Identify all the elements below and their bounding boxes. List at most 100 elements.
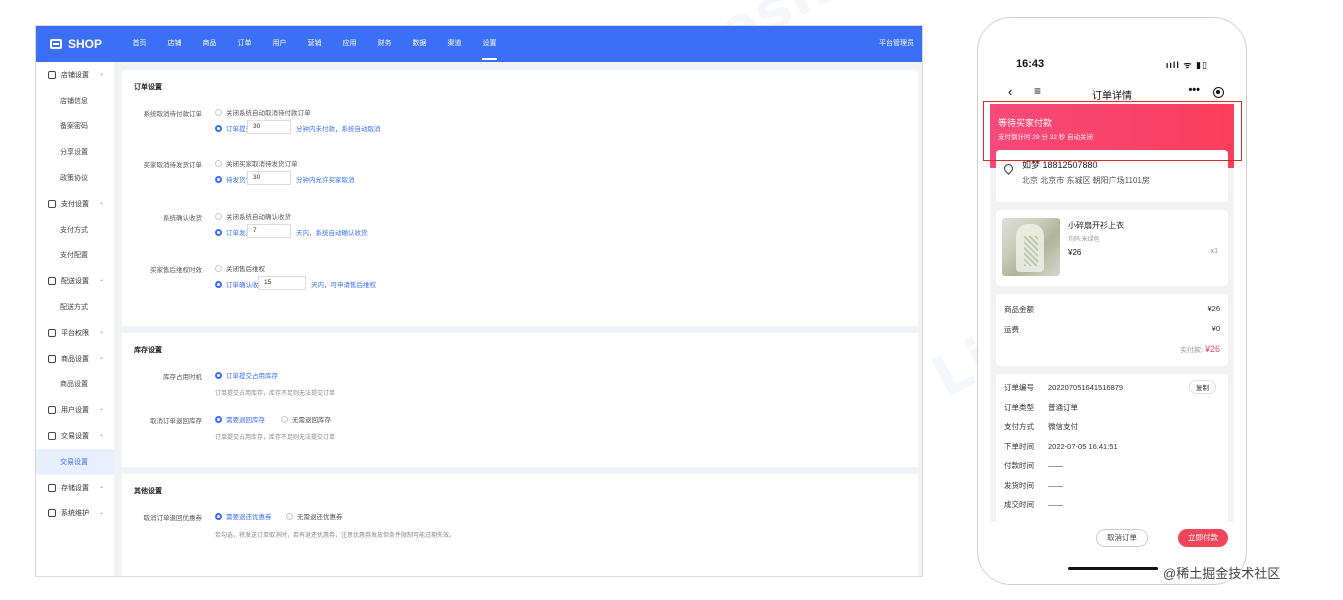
- sidebar-group[interactable]: 用户设置 ⌄: [36, 397, 114, 423]
- home-indicator: [1068, 567, 1158, 570]
- top-nav-item[interactable]: 数据: [402, 26, 437, 62]
- order-info-key: 订单类型: [1004, 402, 1034, 412]
- sidebar-item[interactable]: 备案密码: [36, 114, 114, 140]
- sidebar-item[interactable]: 店铺信息: [36, 88, 114, 114]
- order-info-row: 付款时间 ——: [1004, 460, 1063, 471]
- top-nav-item[interactable]: 设置: [472, 26, 507, 62]
- sidebar-item[interactable]: 政策协议: [36, 165, 114, 191]
- top-nav-item[interactable]: 营销: [297, 26, 332, 62]
- bag-icon: [48, 354, 56, 363]
- goods-amount-row: 商品金额 ¥26: [1004, 304, 1220, 315]
- sidebar-item[interactable]: 支付配置: [36, 243, 114, 269]
- copy-order-button[interactable]: 复制: [1189, 380, 1216, 394]
- chevron-icon: ⌄: [98, 354, 104, 361]
- order-row-off-radio[interactable]: 关闭系统自动确认收货: [215, 211, 291, 221]
- stock-occupy-radio[interactable]: 订单提交占用库存: [215, 370, 278, 380]
- stock-return-label: 取消订单退回库存: [150, 418, 202, 425]
- order-row-number-input[interactable]: 30: [247, 171, 291, 185]
- canvas: Likeshop Likeshop Likeshop Likeshop SHOP…: [0, 0, 1343, 600]
- sidebar-group-label: 支付设置: [61, 200, 89, 208]
- stock-occupy-label: 库存占用时机: [163, 374, 202, 381]
- top-nav-item[interactable]: 应用: [332, 26, 367, 62]
- truck-icon: [48, 277, 56, 286]
- radio-dot: [215, 280, 222, 288]
- stock-return-yes-radio[interactable]: 需要退回库存: [215, 414, 265, 424]
- sidebar-item[interactable]: 支付方式: [36, 217, 114, 243]
- order-row-number-input[interactable]: 15: [258, 276, 306, 290]
- stock-occupy-hint: 订单提交占用库存，库存不足则无法提交订单: [215, 391, 336, 397]
- top-nav-item[interactable]: 渠道: [437, 26, 472, 62]
- coupon-return-no-radio[interactable]: 无需退还优惠券: [286, 511, 343, 521]
- sidebar-item[interactable]: 商品设置: [36, 372, 114, 398]
- chevron-icon: ⌄: [98, 483, 104, 490]
- highlight-box: [983, 101, 1242, 161]
- order-info-key: 支付方式: [1004, 422, 1034, 431]
- radio-label: 需要退回库存: [226, 417, 265, 424]
- close-target-icon[interactable]: [1213, 87, 1224, 98]
- order-row-off-radio[interactable]: 关闭系统自动取消待付款订单: [215, 107, 311, 117]
- sidebar-group[interactable]: 交易设置 ⌄: [36, 423, 114, 449]
- order-row-suffix: 分钟内未付款，系统自动取消: [296, 126, 381, 133]
- coupon-return-yes-radio[interactable]: 需要退还优惠券: [215, 511, 272, 521]
- order-info-row: 订单编号 2022070516415168​79: [1004, 382, 1123, 393]
- order-row-number-input[interactable]: 30: [247, 120, 291, 134]
- top-nav-item[interactable]: 订单: [227, 26, 262, 62]
- logo-text: SHOP: [68, 37, 103, 51]
- order-row-off-radio[interactable]: 关闭售后维权: [215, 263, 265, 273]
- sidebar-group[interactable]: 支付设置 ⌄: [36, 191, 114, 217]
- order-info-key: 发货时间: [1004, 480, 1034, 490]
- admin-user-menu[interactable]: 平台管理员: [879, 26, 914, 62]
- order-info-value: 微信支付: [1048, 422, 1078, 431]
- sidebar-item[interactable]: 交易设置: [36, 448, 114, 475]
- pay-now-button[interactable]: 立即付款: [1178, 529, 1228, 547]
- order-info-value: 普通订单: [1048, 402, 1078, 412]
- top-nav-item[interactable]: 财务: [367, 26, 402, 62]
- chevron-icon: ⌄: [98, 199, 104, 206]
- order-settings-title: 订单设置: [134, 84, 162, 91]
- paid-amount: ¥26: [1204, 344, 1220, 354]
- order-detail-screen: 等待买家付款 支付倒计时 29 分 32 秒 自动关闭 如梦 188125078…: [990, 104, 1234, 524]
- top-nav-item[interactable]: 店铺: [157, 26, 192, 62]
- amount-card: 商品金额 ¥26 运费 ¥0 实付款: ¥26: [996, 294, 1228, 366]
- trade-icon: [48, 432, 56, 441]
- stock-settings-card: 库存设置 库存占用时机 订单提交占用库存 订单提交占用库存，库存不足则无法提交订…: [122, 333, 918, 467]
- order-row-off-radio[interactable]: 关闭买家取消待发货订单: [215, 158, 298, 168]
- chevron-icon: ⌄: [98, 277, 104, 284]
- product-name: 小碎扇开衫上衣: [1068, 221, 1124, 230]
- top-nav-item[interactable]: 商品: [192, 26, 227, 62]
- radio-dot: [215, 124, 222, 132]
- sidebar-group[interactable]: 平台权限 ⌄: [36, 320, 114, 346]
- sidebar-group-label: 商品设置: [61, 355, 89, 363]
- sidebar-group[interactable]: 配送设置 ⌄: [36, 268, 114, 294]
- stock-return-no-radio[interactable]: 无需退回库存: [281, 414, 331, 424]
- top-navbar: SHOP 首页 店铺 商品 订单 用户 营销 应用 财务 数据 渠道 设置 平台管理员: [36, 26, 922, 62]
- radio-dot: [215, 108, 222, 116]
- order-row-number-input[interactable]: 7: [247, 224, 291, 238]
- sidebar-group[interactable]: 系统维护 ⌄: [36, 501, 114, 527]
- sidebar-group[interactable]: 商品设置 ⌄: [36, 346, 114, 372]
- order-info-key: 付款时间: [1004, 461, 1034, 470]
- sidebar-group-label: 店铺设置: [61, 71, 89, 79]
- shipping-value: ¥0: [1211, 324, 1220, 333]
- order-row-label: 系统取消待付款订单: [143, 111, 203, 118]
- shipping-label: 运费: [1004, 325, 1019, 334]
- product-card[interactable]: 小碎扇开衫上衣 均码,米绿色 ¥26 x1: [996, 210, 1228, 286]
- radio-label: 无需退还优惠券: [297, 514, 343, 521]
- order-info-card: 复制 订单编号 2022070516415168​79 订单类型 普通订单支付方式 微信…: [996, 374, 1228, 524]
- top-nav-menu: 首页 店铺 商品 订单 用户 营销 应用 财务 数据 渠道 设置: [122, 26, 507, 62]
- sidebar-group[interactable]: 店铺设置 ⌄: [36, 62, 114, 88]
- status-time: 16:43: [1016, 58, 1045, 70]
- top-nav-item[interactable]: 用户: [262, 26, 297, 62]
- radio-label: 关闭系统自动确认收货: [226, 214, 291, 221]
- order-settings-card: 订单设置 系统取消待付款订单 关闭系统自动取消待付款订单 订单提交后 30 分钟…: [122, 70, 918, 326]
- shop-logo[interactable]: SHOP: [36, 37, 122, 51]
- more-icon[interactable]: •••: [1188, 84, 1200, 96]
- settings-content: 订单设置 系统取消待付款订单 关闭系统自动取消待付款订单 订单提交后 30 分钟…: [122, 70, 918, 576]
- sidebar-group[interactable]: 存储设置 ⌄: [36, 475, 114, 501]
- top-nav-item[interactable]: 首页: [122, 26, 157, 62]
- cancel-order-button[interactable]: 取消订单: [1096, 529, 1148, 547]
- order-row-suffix: 天内，可申请售后维权: [311, 282, 376, 289]
- sidebar-item[interactable]: 分享设置: [36, 139, 114, 165]
- product-qty: x1: [1210, 248, 1218, 255]
- sidebar-item[interactable]: 配送方式: [36, 294, 114, 320]
